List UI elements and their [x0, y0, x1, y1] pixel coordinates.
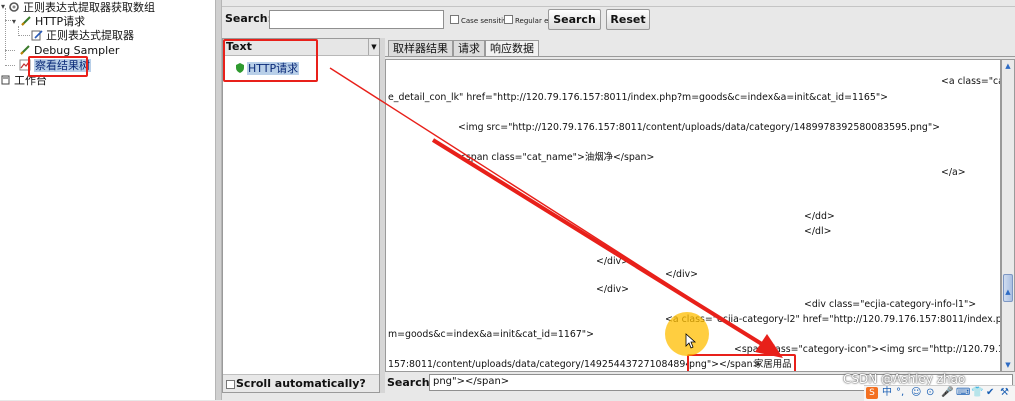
cursor-highlight — [665, 312, 709, 356]
ime-lang-icon[interactable]: 中 — [882, 386, 892, 400]
ime-punct-icon[interactable]: °, — [896, 386, 904, 400]
ime-keyboard-icon[interactable]: ⌨ — [956, 386, 970, 400]
ime-emoji-icon[interactable]: ☺ — [911, 386, 921, 400]
ime-mic-icon[interactable]: 🎤 — [941, 386, 953, 400]
annotation-arrow — [329, 67, 783, 358]
watermark: CSDN @Ashley zhao — [843, 372, 966, 386]
ime-skin-icon[interactable]: 👕 — [971, 386, 983, 400]
ime-target-icon[interactable]: ⊙ — [926, 386, 934, 400]
ime-tools-icon[interactable]: ⚒ — [1000, 386, 1009, 400]
mouse-pointer-icon — [685, 333, 697, 349]
ime-logo-icon: S — [866, 387, 878, 399]
ime-toolbar[interactable]: S 中 °, ☺ ⊙ 🎤 ⌨ 👕 ✔ ⚒ — [864, 385, 1015, 401]
ime-check-icon[interactable]: ✔ — [986, 386, 994, 400]
